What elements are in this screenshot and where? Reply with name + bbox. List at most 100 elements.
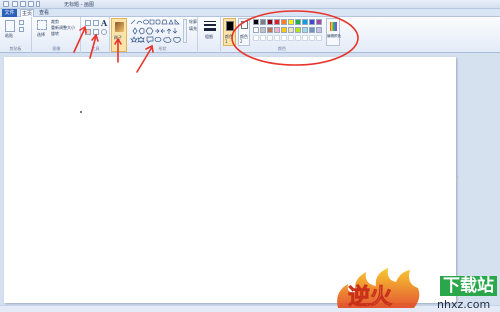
line-shape-icon [130,19,136,25]
polygon-shape-icon [161,19,168,25]
eraser-icon[interactable] [85,29,91,35]
color1-label: 颜色 1 [225,34,233,44]
star-shape-icon [130,36,138,43]
watermark-flame-logo: 逆火 [337,268,420,310]
star6-shape-icon [137,36,145,43]
palette-swatch[interactable] [260,35,266,41]
palette-swatch[interactable] [267,19,273,25]
shapes-group: 轮廓 填充 形状 [128,17,198,53]
palette-swatch[interactable] [302,19,308,25]
color2-swatch [241,21,248,29]
palette-swatch[interactable] [274,27,280,33]
palette-swatch[interactable] [302,27,308,33]
undo-icon[interactable] [20,1,26,7]
palette-swatch[interactable] [288,35,294,41]
hexagon-shape-icon [145,27,154,35]
palette-swatch[interactable] [295,27,301,33]
palette-swatch[interactable] [309,27,315,33]
shapes-scrollbar[interactable] [183,19,187,43]
tab-file[interactable]: 文件 [2,9,17,17]
image-group: 选择 裁剪 重新调整大小 旋转 图像 [33,17,81,53]
pentagon-shape-icon [138,27,145,35]
palette-swatch[interactable] [274,35,280,41]
edit-colors-label: 编辑颜色 [327,34,341,38]
triangle-shape-icon [168,19,174,25]
size-button[interactable]: 粗细 [199,17,221,53]
text-tool-icon[interactable]: A [101,18,107,28]
palette-swatch[interactable] [260,27,266,33]
rectangular-callout-shape-icon [146,36,154,43]
rectangle-shape-icon [149,19,155,25]
color-palette [253,19,325,43]
palette-swatch[interactable] [274,19,280,25]
brushes-label: 刷子 [114,35,122,40]
tools-group: A 工具 [82,17,110,53]
diamond-shape-icon [132,27,138,35]
size-line-thick [204,28,216,31]
palette-swatch[interactable] [253,35,259,41]
copy-icon[interactable] [19,27,24,32]
pencil-icon[interactable] [85,20,91,26]
palette-swatch[interactable] [253,19,259,25]
redo-icon[interactable] [28,1,34,7]
tools-group-label: 工具 [91,46,100,51]
watermark-url: nhxz.com [437,298,491,311]
palette-swatch[interactable] [267,35,273,41]
cut-icon[interactable] [19,20,24,25]
shapes-gallery[interactable] [130,19,182,43]
brush-icon [115,22,124,32]
fill-bucket-icon[interactable] [93,20,99,26]
colors-group-label: 颜色 [278,46,286,51]
tab-view[interactable]: 查看 [37,9,51,17]
up-arrow-shape-icon [166,28,172,34]
edit-colors-button[interactable]: 编辑颜色 [326,18,341,46]
ribbon-tab-bar: 文件 主页 查看 [0,9,500,17]
app-menu-icon[interactable] [3,1,9,7]
fill-button[interactable]: 填充 [189,26,197,32]
ribbon: 粘贴 剪贴板 选择 裁剪 重新调整大小 旋转 图像 A 工具 刷子 轮廓 填充 … [0,17,500,53]
palette-swatch[interactable] [309,19,315,25]
cloud-callout-shape-icon [163,36,172,43]
brushes-button[interactable]: 刷子 [111,18,127,52]
palette-swatch[interactable] [309,35,315,41]
color2-button[interactable]: 颜色 2 [238,18,250,46]
palette-swatch[interactable] [295,19,301,25]
color-picker-icon[interactable] [93,29,99,35]
tab-home[interactable]: 主页 [20,9,34,17]
palette-swatch[interactable] [253,27,259,33]
palette-swatch[interactable] [302,35,308,41]
palette-swatch[interactable] [316,19,322,25]
down-arrow-shape-icon [172,28,178,34]
customize-quick-access-icon[interactable] [36,1,40,7]
palette-swatch[interactable] [281,35,287,41]
magnifier-icon[interactable] [101,29,107,35]
palette-swatch[interactable] [316,35,322,41]
select-button-label[interactable]: 选择 [37,32,45,38]
rotate-button[interactable]: 旋转 [51,31,59,37]
size-line-thin [204,21,216,22]
clipboard-group-label: 剪贴板 [9,46,22,51]
palette-swatch[interactable] [316,27,322,33]
paste-icon[interactable] [5,20,15,32]
colors-group: 颜色 1 颜色 2 编辑颜色 颜色 [222,17,342,53]
palette-swatch[interactable] [295,35,301,41]
palette-swatch[interactable] [281,27,287,33]
outline-button[interactable]: 轮廓 [189,19,197,25]
save-icon[interactable] [12,1,18,7]
curve-shape-icon [136,20,143,25]
shapes-group-label: 形状 [158,46,167,51]
color1-button[interactable]: 颜色 1 [223,18,236,46]
edit-colors-icon [330,22,337,31]
oval-shape-icon [143,19,149,25]
canvas-resize-handle-right[interactable] [456,176,458,178]
color2-label: 颜色 2 [240,34,248,44]
palette-swatch[interactable] [288,27,294,33]
select-icon[interactable] [37,20,47,30]
palette-swatch[interactable] [267,27,273,33]
paste-button-label[interactable]: 粘贴 [5,33,13,39]
left-arrow-shape-icon [160,28,165,34]
palette-swatch[interactable] [260,19,266,25]
palette-swatch[interactable] [281,19,287,25]
palette-swatch[interactable] [288,19,294,25]
right-triangle-shape-icon [174,19,180,25]
